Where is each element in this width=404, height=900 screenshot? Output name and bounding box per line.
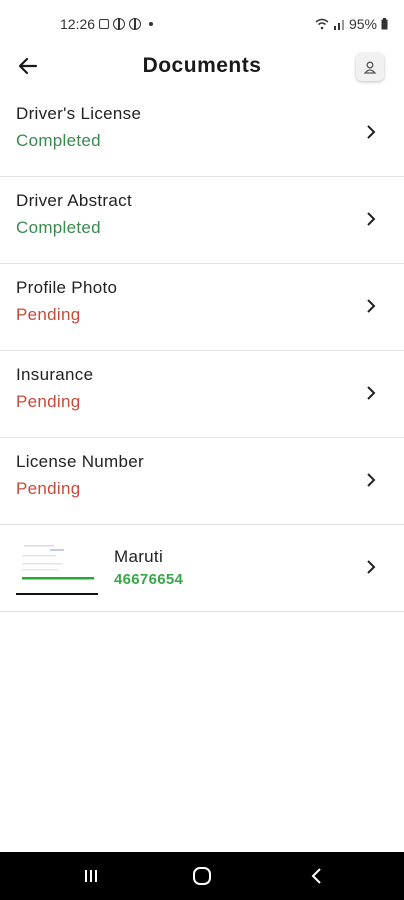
status-time: 12:26	[60, 16, 96, 32]
document-status: Pending	[16, 392, 81, 411]
app-notification-icon-2	[129, 18, 142, 30]
document-row-driver-abstract[interactable]: Driver Abstract Completed	[0, 177, 404, 264]
vehicle-number: 46676654	[114, 571, 184, 588]
home-icon	[193, 867, 211, 885]
battery-percent: 95%	[348, 16, 377, 32]
document-status: Completed	[16, 218, 101, 237]
document-row-drivers-license[interactable]: Driver's License Completed	[0, 90, 404, 177]
wifi-icon	[315, 18, 329, 30]
recents-icon	[85, 870, 97, 882]
chevron-right-icon	[367, 473, 376, 487]
document-label: Profile Photo	[16, 278, 118, 297]
status-bar: 12:26 95%	[0, 0, 404, 48]
document-status: Completed	[16, 131, 101, 150]
document-status: Pending	[16, 479, 81, 498]
document-row-insurance[interactable]: Insurance Pending	[0, 351, 404, 438]
system-nav-bar	[0, 852, 404, 900]
gallery-notification-icon	[99, 19, 110, 29]
documents-list: Driver's License Completed Driver Abstra…	[0, 90, 404, 612]
vehicle-name: Maruti	[114, 547, 164, 566]
document-status: Pending	[16, 305, 81, 324]
document-label: Driver's License	[16, 104, 142, 123]
vehicle-document-thumbnail	[16, 539, 98, 597]
app-notification-icon	[113, 18, 126, 30]
signal-icon	[333, 20, 344, 30]
document-label: Driver Abstract	[16, 191, 132, 210]
person-icon	[363, 61, 377, 74]
chevron-right-icon	[367, 125, 376, 139]
chevron-right-icon	[367, 212, 376, 226]
document-label: Insurance	[16, 365, 94, 384]
document-row-license-number[interactable]: License Number Pending	[0, 438, 404, 525]
chevron-right-icon	[367, 299, 376, 313]
more-notifications-icon	[149, 22, 154, 26]
nav-back-button[interactable]	[302, 864, 332, 888]
header: Documents	[0, 48, 404, 90]
chevron-right-icon	[367, 560, 376, 574]
chevron-right-icon	[367, 386, 376, 400]
status-right: 95%	[315, 16, 388, 32]
document-label: License Number	[16, 452, 144, 471]
home-button[interactable]	[187, 864, 217, 888]
status-left: 12:26	[60, 16, 154, 32]
page-title: Documents	[142, 54, 262, 77]
document-row-profile-photo[interactable]: Profile Photo Pending	[0, 264, 404, 351]
vehicle-row[interactable]: Maruti 46676654	[0, 525, 404, 612]
battery-icon	[381, 18, 388, 30]
back-icon	[311, 868, 321, 884]
recents-button[interactable]	[76, 864, 106, 888]
profile-button[interactable]	[356, 53, 384, 81]
